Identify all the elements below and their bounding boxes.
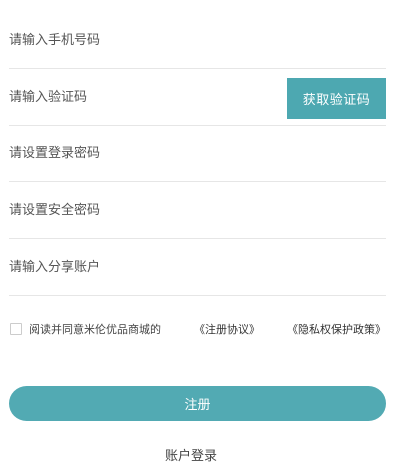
safe-password-input[interactable] (9, 183, 386, 238)
terms-link[interactable]: 《注册协议》 (194, 321, 260, 337)
share-account-field (9, 240, 386, 296)
agreement-checkbox[interactable] (10, 323, 22, 335)
safe-password-field (9, 183, 386, 239)
agreement-text: 阅读并同意米伦优品商城的 (29, 323, 161, 336)
register-form: 获取验证码 阅读并同意米伦优品商城的 《注册协议》 《隐私权保护政策》 注册 账… (0, 0, 400, 464)
agreement-row: 阅读并同意米伦优品商城的 《注册协议》 《隐私权保护政策》 (10, 319, 390, 339)
privacy-policy-link[interactable]: 《隐私权保护政策》 (287, 321, 386, 337)
phone-input[interactable] (9, 13, 386, 68)
phone-field (9, 13, 386, 69)
verification-code-input[interactable] (9, 70, 279, 125)
login-password-input[interactable] (9, 126, 386, 181)
get-code-button[interactable]: 获取验证码 (287, 78, 386, 119)
share-account-input[interactable] (9, 240, 386, 295)
register-button[interactable]: 注册 (9, 386, 386, 421)
code-field: 获取验证码 (9, 70, 386, 126)
login-password-field (9, 126, 386, 182)
